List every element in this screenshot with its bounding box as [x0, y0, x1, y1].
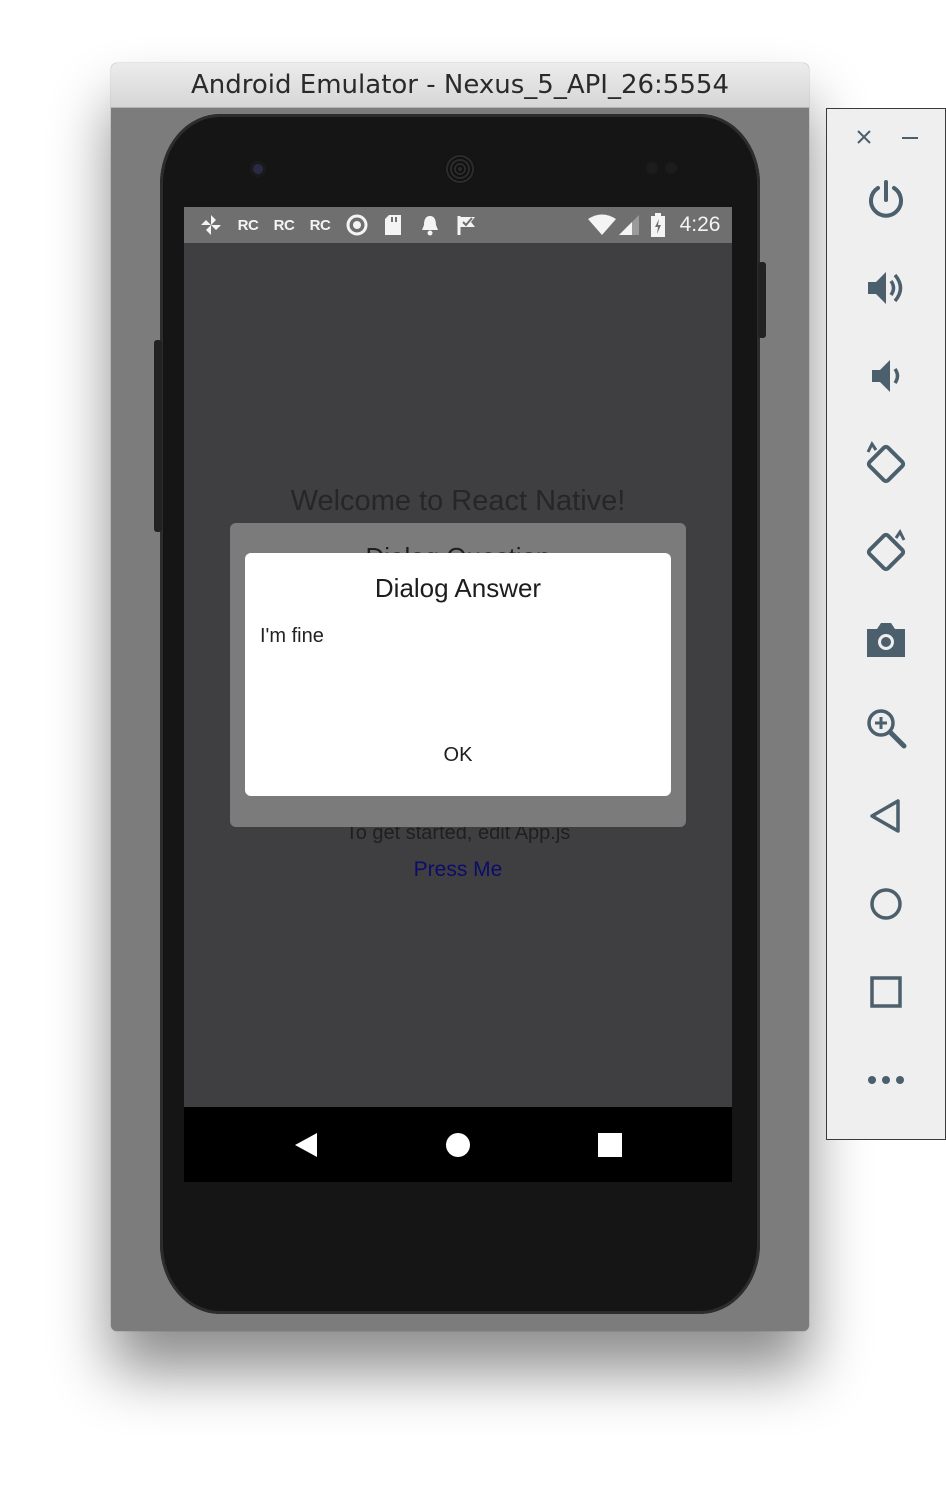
circle-icon	[344, 207, 370, 243]
rotate-left-icon[interactable]	[827, 434, 945, 494]
window-title: Android Emulator - Nexus_5_API_26:5554	[191, 70, 729, 100]
minimize-icon[interactable]	[895, 123, 925, 151]
rotate-right-icon[interactable]	[827, 522, 945, 582]
home-icon[interactable]	[827, 874, 945, 934]
recents-icon[interactable]	[570, 1107, 650, 1182]
check-flag-icon	[454, 207, 480, 243]
dialog-title: Dialog Answer	[374, 573, 542, 603]
rc-icon: RC	[237, 216, 259, 234]
light-sensor	[665, 162, 677, 174]
wifi-icon	[586, 207, 618, 243]
dialog-message: I'm fine	[260, 625, 324, 647]
close-icon[interactable]	[849, 123, 879, 151]
home-icon[interactable]	[418, 1107, 498, 1182]
emulator-toolbar	[826, 108, 946, 1140]
back-icon[interactable]	[266, 1107, 346, 1182]
more-icon[interactable]	[827, 1050, 945, 1110]
welcome-text: Welcome to React Native!	[290, 485, 626, 517]
phone-right-button	[758, 262, 766, 338]
battery-icon	[648, 207, 668, 243]
front-camera	[250, 161, 266, 177]
status-time: 4:26	[679, 213, 721, 236]
power-icon[interactable]	[827, 170, 945, 230]
overview-icon[interactable]	[827, 962, 945, 1022]
rc-icon: RC	[273, 216, 295, 234]
rc-icon: RC	[309, 216, 331, 234]
sd-card-icon	[381, 207, 405, 243]
window-titlebar[interactable]: Android Emulator - Nexus_5_API_26:5554	[111, 63, 809, 108]
dialog-ok-button[interactable]: OK	[428, 733, 488, 777]
phone-left-button	[154, 340, 162, 532]
status-bar: RC RC RC 4:26	[184, 207, 732, 243]
earpiece-speaker	[445, 154, 475, 184]
camera-icon[interactable]	[827, 610, 945, 670]
volume-up-icon[interactable]	[827, 258, 945, 318]
phone-screen: RC RC RC 4:26 Welcome to React Native! T…	[184, 207, 732, 1182]
navigation-bar	[184, 1107, 732, 1182]
answer-dialog: Dialog Answer I'm fine OK	[245, 553, 671, 796]
proximity-sensor	[646, 162, 658, 174]
signal-icon	[616, 207, 642, 243]
back-icon[interactable]	[827, 786, 945, 846]
volume-down-icon[interactable]	[827, 346, 945, 406]
zoom-icon[interactable]	[827, 698, 945, 758]
pinwheel-icon	[198, 207, 224, 243]
press-me-button[interactable]: Press Me	[184, 858, 732, 882]
bell-icon	[418, 207, 442, 243]
